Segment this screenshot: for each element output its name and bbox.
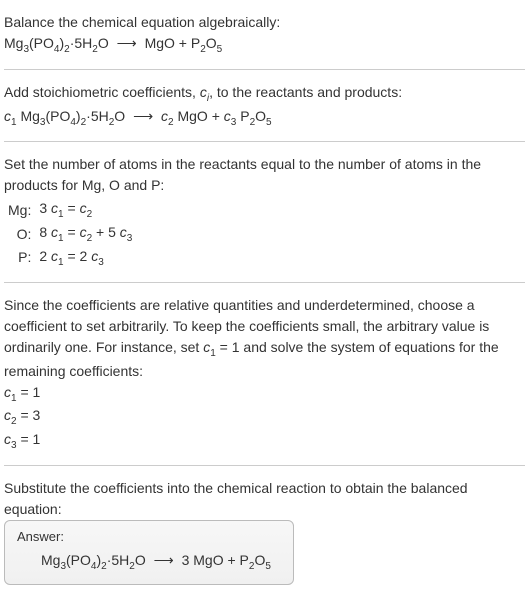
stoich-text: Add stoichiometric coefficients, ci, to … [4, 82, 525, 106]
since-text: Since the coefficients are relative quan… [4, 295, 525, 382]
answer-box: Answer: Mg3(PO4)2·5H2O ⟶ 3 MgO + P2O5 [4, 520, 294, 585]
divider [4, 282, 525, 283]
intro-equation: Mg3(PO4)2·5H2O ⟶ MgO + P2O5 [4, 33, 525, 57]
subst-text: Substitute the coefficients into the che… [4, 478, 525, 520]
answer-equation: Mg3(PO4)2·5H2O ⟶ 3 MgO + P2O5 [17, 550, 281, 574]
stoich-equation: c1 Mg3(PO4)2·5H2O ⟶ c2 MgO + c3 P2O5 [4, 106, 525, 130]
atoms-equations: Mg: 3 c1 = c2 O: 8 c1 = c2 + 5 c3 P: 2 c… [4, 198, 136, 269]
table-row: P: 2 c1 = 2 c3 [4, 246, 136, 270]
element-equation: 3 c1 = c2 [35, 198, 136, 222]
subst-section: Substitute the coefficients into the che… [4, 470, 525, 593]
list-item: c1 = 1 [4, 382, 525, 406]
answer-label: Answer: [17, 529, 281, 544]
atoms-section: Set the number of atoms in the reactants… [4, 146, 525, 277]
list-item: c3 = 1 [4, 429, 525, 453]
arrow-icon: ⟶ [150, 550, 178, 571]
divider [4, 465, 525, 466]
table-row: O: 8 c1 = c2 + 5 c3 [4, 222, 136, 246]
arrow-icon: ⟶ [129, 106, 157, 127]
table-row: Mg: 3 c1 = c2 [4, 198, 136, 222]
list-item: c2 = 3 [4, 405, 525, 429]
coefficient-list: c1 = 1 c2 = 3 c3 = 1 [4, 382, 525, 453]
species-products: MgO + P2O5 [145, 35, 223, 51]
arrow-icon: ⟶ [113, 33, 141, 54]
element-equation: 2 c1 = 2 c3 [35, 246, 136, 270]
element-label: Mg: [4, 198, 35, 222]
stoich-section: Add stoichiometric coefficients, ci, to … [4, 74, 525, 138]
element-label: P: [4, 246, 35, 270]
species-mg3po4: Mg3(PO4)2·5H2O [4, 35, 109, 51]
intro-text: Balance the chemical equation algebraica… [4, 12, 525, 33]
element-equation: 8 c1 = c2 + 5 c3 [35, 222, 136, 246]
element-label: O: [4, 222, 35, 246]
divider [4, 69, 525, 70]
atoms-text: Set the number of atoms in the reactants… [4, 154, 525, 196]
intro-section: Balance the chemical equation algebraica… [4, 4, 525, 65]
divider [4, 141, 525, 142]
since-section: Since the coefficients are relative quan… [4, 287, 525, 461]
